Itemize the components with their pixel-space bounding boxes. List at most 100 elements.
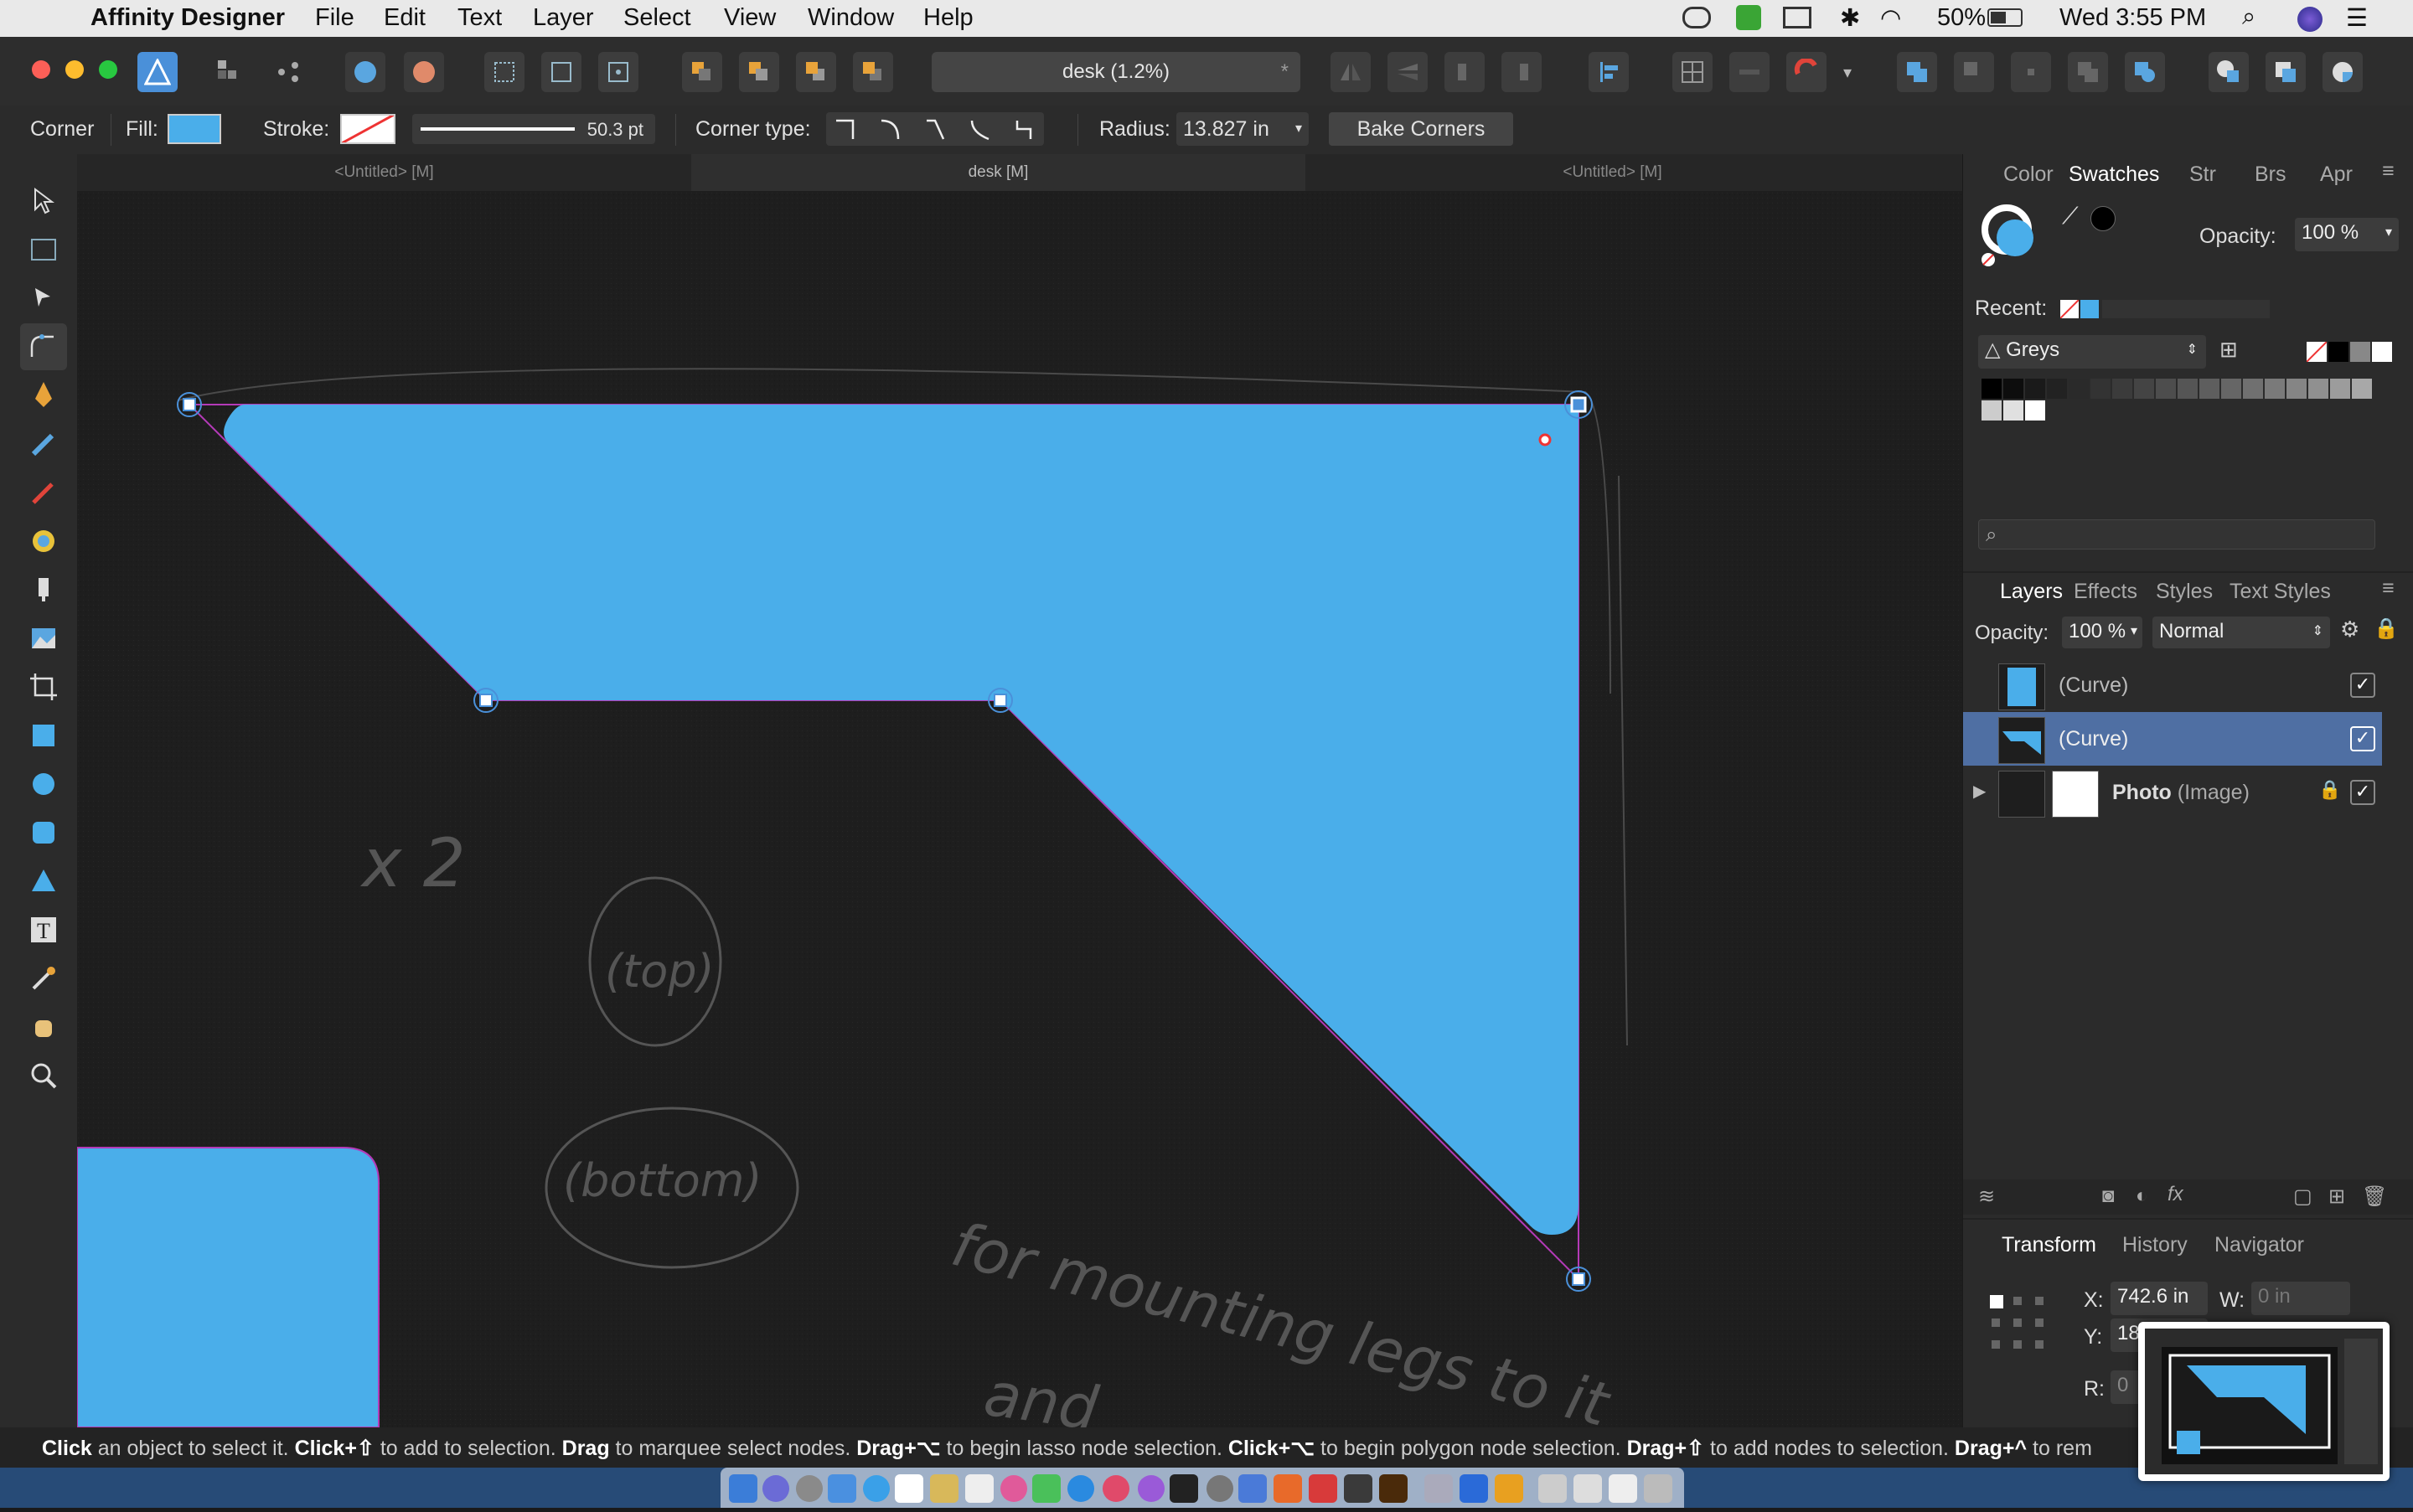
flip-vertical-icon[interactable] <box>1387 52 1428 92</box>
color-picker-tool-icon[interactable] <box>20 955 67 1002</box>
layer-visibility-checkbox[interactable]: ✓ <box>2350 780 2375 805</box>
boolean-xor-icon[interactable] <box>2068 52 2108 92</box>
rectangle-tool-icon[interactable] <box>20 712 67 759</box>
share-icon[interactable] <box>345 52 385 92</box>
spotlight-search-icon[interactable]: ⌕ <box>2242 3 2255 31</box>
crop-tool-icon[interactable] <box>20 663 67 710</box>
view-hand-tool-icon[interactable] <box>20 1004 67 1050</box>
tab-swatches[interactable]: Swatches <box>2069 163 2159 187</box>
boolean-intersect-icon[interactable] <box>2011 52 2051 92</box>
recent-blue-swatch[interactable] <box>2080 300 2099 318</box>
fx-icon[interactable]: fx <box>2168 1183 2183 1206</box>
menu-help[interactable]: Help <box>923 4 974 32</box>
menu-layer[interactable]: Layer <box>533 4 594 32</box>
boolean-divide-icon[interactable] <box>2125 52 2165 92</box>
blend-mode-select[interactable]: Normal ⇕ <box>2152 617 2330 648</box>
stroke-width-slider[interactable]: 50.3 pt <box>412 114 655 144</box>
arrange-back-icon[interactable] <box>682 52 722 92</box>
tab-effects[interactable]: Effects <box>2074 580 2137 604</box>
group-layers-icon[interactable]: ⊞ <box>2328 1184 2345 1209</box>
quick-white-swatch[interactable] <box>2372 342 2392 362</box>
tab-transform[interactable]: Transform <box>2002 1233 2096 1257</box>
insert-inside-icon[interactable] <box>2209 52 2249 92</box>
corner-tool-icon[interactable] <box>20 323 67 370</box>
vector-brush-tool-icon[interactable] <box>20 469 67 516</box>
tab-untitled-1[interactable]: <Untitled> [M] <box>77 154 691 191</box>
menu-edit[interactable]: Edit <box>384 4 426 32</box>
battery-icon[interactable] <box>1987 8 2023 27</box>
corner-type-rounded-button[interactable] <box>871 112 915 146</box>
artboard-tool-icon[interactable] <box>20 226 67 273</box>
menu-select[interactable]: Select <box>623 4 691 32</box>
layers-stack-icon[interactable]: ≋ <box>1978 1184 1995 1209</box>
add-layer-icon[interactable]: ▢ <box>2293 1184 2312 1209</box>
creative-cloud-icon[interactable] <box>1682 7 1711 28</box>
picked-color-swatch[interactable] <box>2090 206 2116 231</box>
layer-opacity-field[interactable]: 100 % ▾ <box>2062 617 2142 648</box>
grey-swatches-grid[interactable] <box>1982 379 2384 424</box>
node-tool-icon[interactable] <box>20 275 67 322</box>
canvas[interactable]: x 2 (top) (bottom) for mounting legs to … <box>77 191 1962 1427</box>
radius-field[interactable]: 13.827 in ▾ <box>1176 112 1309 146</box>
app-status-icon[interactable] <box>1736 5 1761 30</box>
snapping-magnet-icon[interactable] <box>1786 52 1827 92</box>
tab-styles[interactable]: Styles <box>2156 580 2213 604</box>
fill-tool-icon[interactable] <box>20 518 67 565</box>
expand-triangle-icon[interactable]: ▶ <box>1973 781 1986 802</box>
tab-appearance[interactable]: Apr <box>2320 163 2353 187</box>
corner-type-none-button[interactable] <box>826 112 870 146</box>
transform-objects-icon[interactable] <box>541 52 581 92</box>
eyedropper-icon[interactable]: ⟋ <box>2062 203 2079 230</box>
wifi-icon[interactable]: ◠ <box>1880 3 1901 33</box>
triangle-tool-icon[interactable] <box>20 858 67 905</box>
swatch-search-field[interactable]: ⌕ <box>1978 519 2375 550</box>
radius-chevron-icon[interactable]: ▾ <box>1295 112 1302 146</box>
snapping-options-chevron-icon[interactable]: ▾ <box>1843 62 1852 83</box>
layer-settings-gear-icon[interactable]: ⚙ <box>2340 617 2359 642</box>
insert-behind-icon[interactable] <box>2266 52 2306 92</box>
minimize-window-button[interactable] <box>65 60 84 79</box>
assistant-icon[interactable] <box>404 52 444 92</box>
tab-color[interactable]: Color <box>2003 163 2054 187</box>
boolean-add-icon[interactable] <box>1897 52 1937 92</box>
snapping-grid-icon[interactable] <box>484 52 524 92</box>
notification-center-icon[interactable]: ☰ <box>2346 3 2368 33</box>
palette-select[interactable]: △ Greys ⇕ <box>1978 335 2206 369</box>
layers-panel-menu-icon[interactable]: ≡ <box>2382 576 2395 601</box>
transparency-tool-icon[interactable] <box>20 566 67 613</box>
menu-text[interactable]: Text <box>457 4 502 32</box>
ellipse-tool-icon[interactable] <box>20 761 67 808</box>
align-icon[interactable] <box>1589 52 1629 92</box>
x-field[interactable]: 742.6 in <box>2111 1282 2208 1315</box>
document-title-field[interactable]: desk (1.2%) * <box>932 52 1300 92</box>
menu-view[interactable]: View <box>724 4 776 32</box>
tab-layers[interactable]: Layers <box>2000 580 2063 604</box>
w-field[interactable]: 0 in <box>2251 1282 2350 1315</box>
quick-grey-swatch[interactable] <box>2350 342 2370 362</box>
recent-none-swatch[interactable] <box>2060 300 2079 318</box>
anchor-point-selector-icon[interactable] <box>1987 1292 2054 1359</box>
layer-row-photo[interactable]: ▶ Photo (Image) 🔒 ✓ <box>1963 766 2382 819</box>
dock-icons[interactable] <box>721 1468 1684 1508</box>
corner-type-concave-button[interactable] <box>962 112 1005 146</box>
transform-origin-icon[interactable] <box>598 52 638 92</box>
snap-guides-icon[interactable] <box>1729 52 1770 92</box>
place-image-tool-icon[interactable] <box>20 615 67 662</box>
bake-corners-button[interactable]: Bake Corners <box>1329 112 1513 146</box>
layer-visibility-checkbox[interactable]: ✓ <box>2350 726 2375 751</box>
tab-navigator[interactable]: Navigator <box>2214 1233 2304 1257</box>
mask-layer-icon[interactable]: ◙ <box>2102 1184 2115 1208</box>
layer-lock-icon[interactable]: 🔒 <box>2374 617 2399 641</box>
close-window-button[interactable] <box>32 60 50 79</box>
move-tool-icon[interactable] <box>20 178 67 224</box>
tab-history[interactable]: History <box>2122 1233 2188 1257</box>
layer-visibility-checkbox[interactable]: ✓ <box>2350 673 2375 698</box>
window-thumbnail-preview[interactable] <box>2138 1322 2390 1481</box>
pen-tool-icon[interactable] <box>20 372 67 419</box>
export-persona-icon[interactable] <box>268 52 308 92</box>
arrange-forward-icon[interactable] <box>796 52 836 92</box>
layer-row-curve-2[interactable]: (Curve) ✓ <box>1963 712 2382 766</box>
adjustment-icon[interactable]: ◐ <box>2136 1184 2148 1208</box>
rounded-rectangle-tool-icon[interactable] <box>20 809 67 856</box>
corner-type-stepped-button[interactable] <box>1007 112 1051 146</box>
